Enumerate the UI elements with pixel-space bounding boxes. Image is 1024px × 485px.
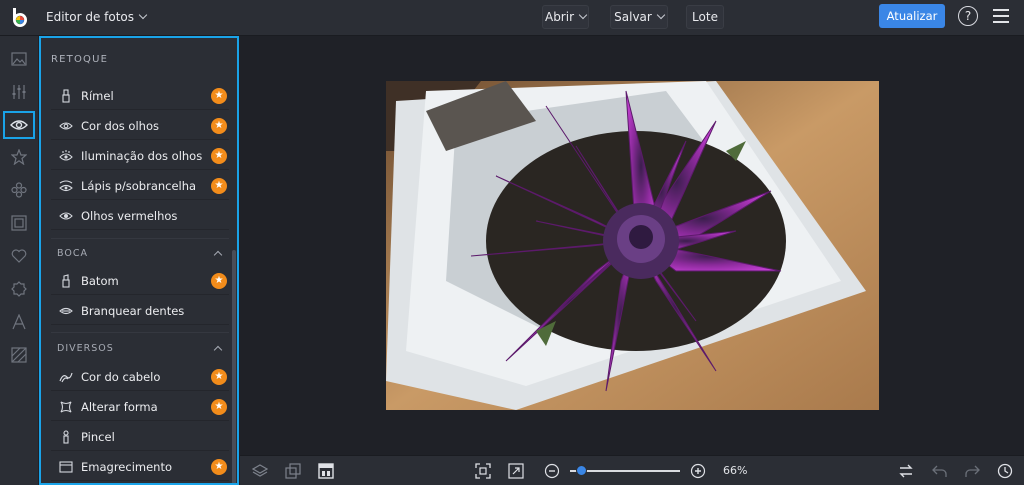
- reshape-icon: [51, 400, 81, 414]
- chevron-up-icon[interactable]: [213, 250, 223, 260]
- app-title-label: Editor de fotos: [46, 10, 135, 24]
- section-title-misc[interactable]: DIVERSOS: [57, 343, 114, 354]
- app-logo-icon[interactable]: [8, 6, 32, 30]
- panel-scrollbar[interactable]: [232, 250, 236, 483]
- heart-icon[interactable]: [6, 243, 32, 269]
- update-button[interactable]: Atualizar: [879, 4, 945, 28]
- save-label: Salvar: [614, 10, 652, 24]
- layers-icon[interactable]: [252, 463, 268, 479]
- premium-star-icon: ★: [211, 148, 227, 164]
- hair-icon: [51, 371, 81, 383]
- mascara-icon: [51, 88, 81, 103]
- chevron-down-icon: [656, 10, 666, 20]
- expand-icon[interactable]: [508, 463, 524, 479]
- app-title-dropdown[interactable]: Editor de fotos: [40, 5, 152, 29]
- tool-lipstick[interactable]: Batom ★: [51, 267, 229, 295]
- eye-brighten-icon: [51, 149, 81, 162]
- zoom-slider-track[interactable]: [570, 470, 680, 472]
- hamburger-menu-icon[interactable]: [993, 9, 1009, 23]
- tool-red-eye[interactable]: Olhos vermelhos: [51, 202, 229, 230]
- star-icon[interactable]: [6, 144, 32, 170]
- zoom-in-icon[interactable]: [690, 463, 706, 479]
- photo-editor-app: Editor de fotos Abrir Salvar Lote Atuali…: [0, 0, 1024, 485]
- premium-star-icon: ★: [211, 399, 227, 415]
- tool-label: Lápis p/sobrancelha: [81, 178, 197, 193]
- open-button[interactable]: Abrir: [542, 5, 589, 29]
- eye-icon[interactable]: [3, 111, 35, 139]
- premium-star-icon: ★: [211, 88, 227, 104]
- top-bar: Editor de fotos Abrir Salvar Lote Atuali…: [0, 0, 1024, 36]
- tool-label: Pincel: [81, 429, 115, 444]
- frame-icon[interactable]: [6, 210, 32, 236]
- chevron-down-icon: [578, 10, 588, 20]
- tool-hair-color[interactable]: Cor do cabelo ★: [51, 363, 229, 391]
- premium-star-icon: ★: [211, 178, 227, 194]
- panel-title: RETOQUE: [51, 54, 109, 65]
- texture-icon[interactable]: [6, 342, 32, 368]
- premium-star-icon: ★: [211, 273, 227, 289]
- help-icon[interactable]: ?: [958, 6, 978, 26]
- zoom-slider-handle[interactable]: [575, 465, 587, 476]
- premium-star-icon: ★: [211, 118, 227, 134]
- overlay-icon[interactable]: [285, 463, 301, 479]
- eye-icon: [51, 121, 81, 131]
- badge-icon[interactable]: [6, 276, 32, 302]
- history-icon[interactable]: [997, 463, 1013, 479]
- section-divider: [51, 332, 229, 333]
- effects-icon[interactable]: [6, 177, 32, 203]
- red-eye-icon: [51, 211, 81, 221]
- photo-image[interactable]: [386, 81, 879, 410]
- tool-label: Olhos vermelhos: [81, 208, 178, 223]
- slimming-icon: [51, 460, 81, 473]
- tool-label: Cor do cabelo: [81, 369, 161, 384]
- tool-brow-pencil[interactable]: Lápis p/sobrancelha ★: [51, 172, 229, 200]
- sliders-icon[interactable]: [6, 79, 32, 105]
- fit-screen-icon[interactable]: [475, 463, 491, 479]
- batch-label: Lote: [692, 10, 718, 24]
- zoom-level-readout: 66%: [723, 464, 748, 477]
- redo-icon[interactable]: [964, 463, 980, 479]
- brow-icon: [51, 179, 81, 192]
- brush-icon: [51, 429, 81, 444]
- tool-slimming[interactable]: Emagrecimento ★: [51, 453, 229, 481]
- tool-teeth-whiten[interactable]: Branquear dentes: [51, 297, 229, 325]
- template-icon[interactable]: [318, 463, 334, 479]
- mouth-icon: [51, 306, 81, 316]
- tool-eye-color[interactable]: Cor dos olhos ★: [51, 112, 229, 140]
- bottom-toolbar: 66%: [240, 455, 1024, 485]
- premium-star-icon: ★: [211, 459, 227, 475]
- chevron-up-icon[interactable]: [213, 345, 223, 355]
- tool-mascara[interactable]: Rímel ★: [51, 82, 229, 110]
- tool-label: Alterar forma: [81, 399, 158, 414]
- tool-label: Cor dos olhos: [81, 118, 159, 133]
- touch-up-panel: RETOQUE Rímel ★ Cor dos olhos ★ Iluminaç…: [39, 36, 239, 485]
- open-label: Abrir: [544, 10, 575, 24]
- tool-label: Batom: [81, 273, 119, 288]
- section-title-mouth[interactable]: BOCA: [57, 248, 88, 259]
- chevron-down-icon: [138, 10, 148, 20]
- tool-rail: [0, 36, 38, 485]
- compare-icon[interactable]: [898, 463, 914, 479]
- tool-brush[interactable]: Pincel: [51, 423, 229, 451]
- premium-star-icon: ★: [211, 369, 227, 385]
- save-button[interactable]: Salvar: [610, 5, 668, 29]
- tool-eye-brighten[interactable]: Iluminação dos olhos ★: [51, 142, 229, 170]
- tool-label: Iluminação dos olhos: [81, 148, 203, 163]
- image-icon[interactable]: [6, 46, 32, 72]
- lipstick-icon: [51, 273, 81, 288]
- zoom-out-icon[interactable]: [544, 463, 560, 479]
- batch-button[interactable]: Lote: [686, 5, 724, 29]
- tool-label: Rímel: [81, 88, 114, 103]
- tool-label: Branquear dentes: [81, 303, 185, 318]
- text-icon[interactable]: [6, 309, 32, 335]
- section-divider: [51, 238, 229, 239]
- tool-label: Emagrecimento: [81, 459, 172, 474]
- tool-reshape[interactable]: Alterar forma ★: [51, 393, 229, 421]
- undo-icon[interactable]: [932, 463, 948, 479]
